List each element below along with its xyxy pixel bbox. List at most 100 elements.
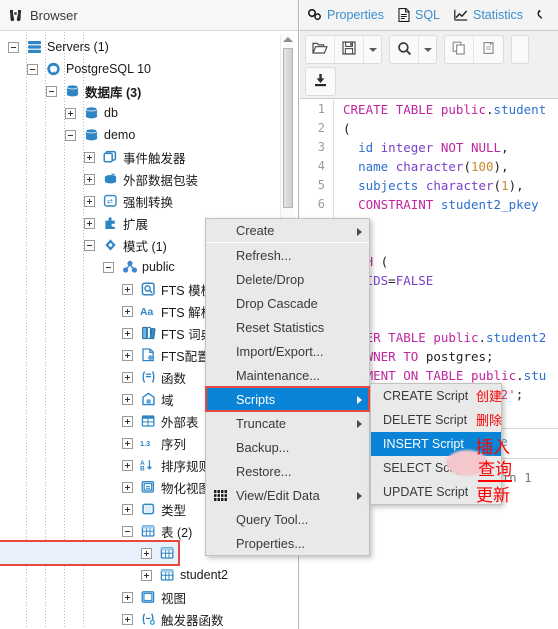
expand-toggle-collapsed[interactable]: [84, 217, 95, 229]
menu-item-label: Scripts: [236, 391, 276, 407]
tree-item-label: 域: [161, 393, 174, 408]
save-dropdown[interactable]: [364, 36, 381, 63]
menu-item-properties[interactable]: Properties...: [206, 531, 369, 555]
tree-item[interactable]: 外部数据包装: [0, 168, 298, 190]
submenu-arrow-icon: [357, 228, 362, 236]
menu-item-maintenance[interactable]: Maintenance...: [206, 363, 369, 387]
tree-item[interactable]: 触发器函数: [0, 608, 298, 629]
sql-line-text: subjects character(1),: [358, 178, 524, 193]
copy-button[interactable]: [445, 36, 474, 63]
menu-item-label: Reset Statistics: [236, 319, 325, 335]
sql-line: 2(: [300, 119, 558, 138]
cast-icon: ⇄: [102, 194, 119, 208]
expand-toggle-collapsed[interactable]: [122, 481, 133, 493]
expand-toggle-collapsed[interactable]: [122, 327, 133, 339]
tab-statistics[interactable]: Statistics: [454, 8, 523, 22]
tree-item[interactable]: demo: [0, 124, 298, 146]
expand-toggle-collapsed[interactable]: [65, 107, 76, 119]
expand-toggle-collapsed[interactable]: [141, 547, 152, 559]
expand-toggle-expanded[interactable]: [46, 85, 57, 97]
domain-icon: [140, 392, 157, 406]
menu-item-reset-statistics[interactable]: Reset Statistics: [206, 315, 369, 339]
scroll-up-arrow[interactable]: [282, 37, 293, 42]
tree-item[interactable]: 数据库 (3): [0, 80, 298, 102]
find-button[interactable]: [390, 36, 419, 63]
expand-toggle-collapsed[interactable]: [122, 437, 133, 449]
expand-toggle-collapsed[interactable]: [141, 569, 152, 581]
extension-icon: [102, 216, 119, 230]
menu-item-label: Backup...: [236, 439, 290, 455]
collation-icon: AB: [140, 458, 157, 472]
expand-toggle-collapsed[interactable]: [122, 613, 133, 625]
submenu-item-label: UPDATE Script: [383, 485, 469, 499]
paste-button[interactable]: [474, 36, 503, 63]
expand-toggle-collapsed[interactable]: [122, 415, 133, 427]
expand-toggle-collapsed[interactable]: [122, 349, 133, 361]
chevron-down-icon: [423, 47, 432, 52]
expand-toggle-collapsed[interactable]: [84, 173, 95, 185]
download-icon: [313, 73, 328, 90]
expand-toggle-expanded[interactable]: [65, 129, 76, 141]
view-icon: [140, 590, 157, 604]
tab-statistics-label: Statistics: [473, 8, 524, 22]
expand-toggle-expanded[interactable]: [122, 525, 133, 537]
tree-item-selected[interactable]: stud...: [0, 540, 180, 566]
context-menu[interactable]: Create Refresh... Delete/Drop Drop Cascade R…: [205, 218, 370, 556]
svg-text:⇄: ⇄: [107, 199, 113, 206]
download-button[interactable]: [306, 68, 335, 95]
expand-toggle-collapsed[interactable]: [122, 371, 133, 383]
sql-line-text: CREATE TABLE public.student: [343, 102, 547, 117]
expand-toggle-collapsed[interactable]: [122, 305, 133, 317]
expand-toggle-collapsed[interactable]: [122, 459, 133, 471]
menu-item-query-tool[interactable]: Query Tool...: [206, 507, 369, 531]
tree-item[interactable]: 事件触发器: [0, 146, 298, 168]
menu-item-delete-drop[interactable]: Delete/Drop: [206, 267, 369, 291]
tree-item[interactable]: ⇄ 强制转换: [0, 190, 298, 212]
tree-item[interactable]: db: [0, 102, 298, 124]
menu-item-scripts[interactable]: Scripts: [205, 386, 370, 412]
tree-item[interactable]: student2: [0, 564, 298, 586]
scrollbar-thumb[interactable]: [283, 48, 293, 208]
menu-item-backup[interactable]: Backup...: [206, 435, 369, 459]
expand-toggle-collapsed[interactable]: [122, 393, 133, 405]
expand-toggle-expanded[interactable]: [27, 63, 38, 75]
menu-item-restore[interactable]: Restore...: [206, 459, 369, 483]
save-file-button[interactable]: [335, 36, 364, 63]
tab-properties[interactable]: Properties: [308, 8, 384, 22]
svg-text:Aa: Aa: [140, 307, 153, 318]
expand-toggle-collapsed[interactable]: [122, 503, 133, 515]
menu-item-drop-cascade[interactable]: Drop Cascade: [206, 291, 369, 315]
menu-item-create[interactable]: Create: [206, 219, 369, 243]
menu-item-import-export[interactable]: Import/Export...: [206, 339, 369, 363]
trigger-function-icon: [140, 612, 157, 626]
toolbar-group-clipboard: [444, 35, 504, 64]
tree-item[interactable]: PostgreSQL 10: [0, 58, 298, 80]
open-file-button[interactable]: [306, 36, 335, 63]
toolbar-group-find: [389, 35, 437, 64]
menu-item-label: Create: [236, 223, 275, 238]
menu-item-refresh[interactable]: Refresh...: [206, 243, 369, 267]
dependencies-icon: [537, 9, 550, 22]
expand-toggle-expanded[interactable]: [103, 261, 114, 273]
tree-item-label: 类型: [161, 503, 187, 518]
public-schema-icon: [121, 260, 138, 274]
menu-item-truncate[interactable]: Truncate: [206, 411, 369, 435]
menu-item-view-edit-data[interactable]: View/Edit Data: [206, 483, 369, 507]
expand-toggle-collapsed[interactable]: [84, 151, 95, 163]
expand-toggle-collapsed[interactable]: [122, 591, 133, 603]
tree-item[interactable]: 视图: [0, 586, 298, 608]
expand-toggle-expanded[interactable]: [84, 239, 95, 251]
expand-toggle-collapsed[interactable]: [84, 195, 95, 207]
tree-item-label: db: [104, 106, 118, 120]
tab-dependencies[interactable]: [537, 9, 555, 22]
tree-item[interactable]: Servers (1): [0, 36, 298, 58]
context-menu-items: Create Refresh... Delete/Drop Drop Cascade R…: [205, 219, 370, 555]
expand-toggle-collapsed[interactable]: [122, 283, 133, 295]
expand-toggle-expanded[interactable]: [8, 41, 19, 53]
sql-line: 4 name character(100),: [300, 157, 558, 176]
tab-sql[interactable]: SQL: [398, 8, 440, 22]
find-dropdown[interactable]: [419, 36, 436, 63]
tree-item-label: 外部表: [161, 415, 199, 430]
database-group-icon: [64, 84, 81, 98]
svg-text:1.3: 1.3: [140, 439, 150, 448]
